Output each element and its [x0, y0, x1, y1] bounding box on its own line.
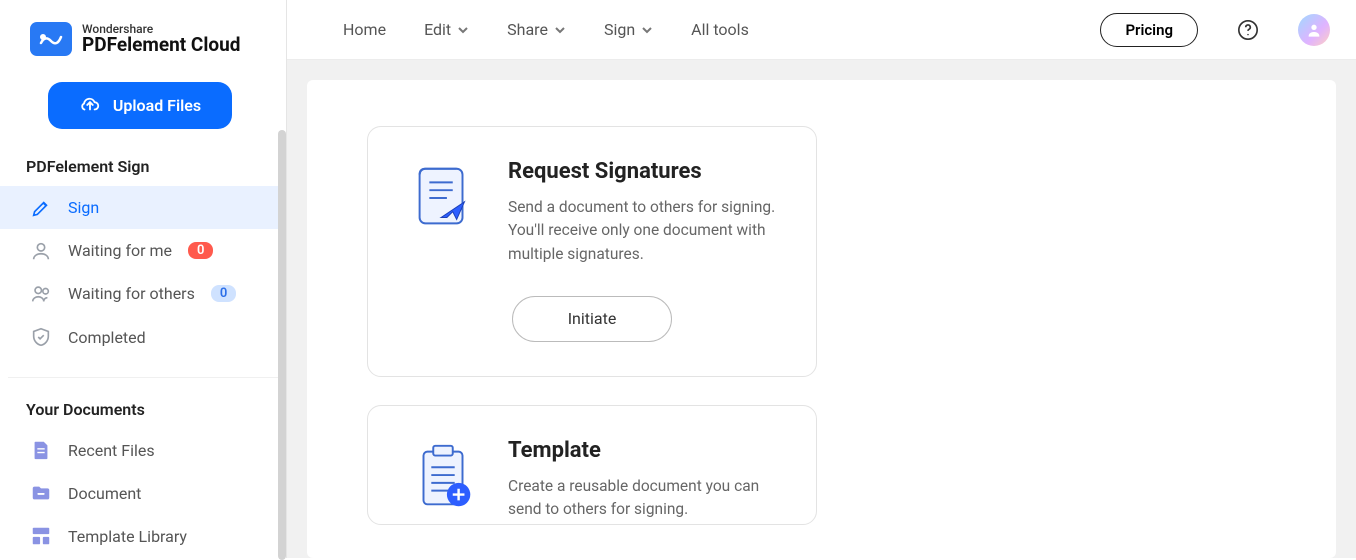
initiate-button[interactable]: Initiate: [512, 296, 672, 342]
sidebar-item-recent[interactable]: Recent Files: [0, 429, 286, 472]
sidebar-item-label: Recent Files: [68, 441, 155, 460]
logo: Wondershare PDFelement Cloud: [0, 22, 286, 74]
scrollbar[interactable]: [278, 130, 286, 560]
nav-edit[interactable]: Edit: [424, 20, 469, 39]
sidebar-item-label: Sign: [68, 198, 99, 217]
badge-waiting-others: 0: [211, 285, 236, 302]
card-title: Template: [508, 438, 780, 463]
content-panel: Request Signatures Send a document to ot…: [307, 80, 1336, 558]
avatar[interactable]: [1298, 14, 1330, 46]
card-description: Create a reusable document you can send …: [508, 475, 780, 522]
nav-home[interactable]: Home: [343, 20, 386, 39]
badge-waiting-me: 0: [188, 242, 213, 259]
sidebar-item-document[interactable]: Document: [0, 472, 286, 515]
card-request-signatures: Request Signatures Send a document to ot…: [367, 126, 817, 377]
nav-all-tools[interactable]: All tools: [691, 20, 749, 39]
document-send-icon: [404, 159, 482, 237]
content: Request Signatures Send a document to ot…: [287, 60, 1356, 558]
logo-title: PDFelement Cloud: [82, 35, 240, 55]
cloud-upload-icon: [79, 93, 101, 119]
file-icon: [30, 439, 52, 461]
upload-label: Upload Files: [113, 96, 201, 115]
card-template: Template Create a reusable document you …: [367, 405, 817, 525]
help-icon[interactable]: [1236, 18, 1260, 42]
pricing-button[interactable]: Pricing: [1100, 13, 1198, 47]
sidebar-item-label: Waiting for others: [68, 284, 195, 303]
grid-icon: [30, 525, 52, 547]
folder-icon: [30, 482, 52, 504]
sidebar-item-sign[interactable]: Sign: [0, 186, 286, 229]
sidebar: Wondershare PDFelement Cloud Upload File…: [0, 0, 287, 558]
sidebar-item-label: Document: [68, 484, 141, 503]
chevron-down-icon: [457, 24, 469, 36]
sidebar-item-template-library[interactable]: Template Library: [0, 515, 286, 558]
person-icon: [30, 240, 52, 262]
people-icon: [30, 283, 52, 305]
section-header-sign: PDFelement Sign: [0, 151, 286, 186]
pen-icon: [30, 197, 52, 219]
clipboard-plus-icon: [404, 438, 482, 516]
sidebar-item-label: Template Library: [68, 527, 187, 546]
sidebar-item-completed[interactable]: Completed: [0, 315, 286, 358]
chevron-down-icon: [554, 24, 566, 36]
logo-mark-icon: [30, 22, 72, 56]
sidebar-item-label: Completed: [68, 328, 146, 347]
section-header-docs: Your Documents: [0, 394, 286, 429]
chevron-down-icon: [641, 24, 653, 36]
nav-share[interactable]: Share: [507, 20, 566, 39]
main-area: Home Edit Share Sign All tools Pricing: [287, 0, 1356, 558]
card-description: Send a document to others for signing. Y…: [508, 196, 780, 266]
upload-files-button[interactable]: Upload Files: [48, 82, 232, 129]
nav-sign[interactable]: Sign: [604, 20, 653, 39]
card-title: Request Signatures: [508, 159, 780, 184]
sidebar-item-waiting-me[interactable]: Waiting for me 0: [0, 229, 286, 272]
sidebar-item-label: Waiting for me: [68, 241, 172, 260]
sidebar-item-waiting-others[interactable]: Waiting for others 0: [0, 272, 286, 315]
divider: [8, 377, 278, 378]
shield-check-icon: [30, 326, 52, 348]
topbar: Home Edit Share Sign All tools Pricing: [287, 0, 1356, 60]
